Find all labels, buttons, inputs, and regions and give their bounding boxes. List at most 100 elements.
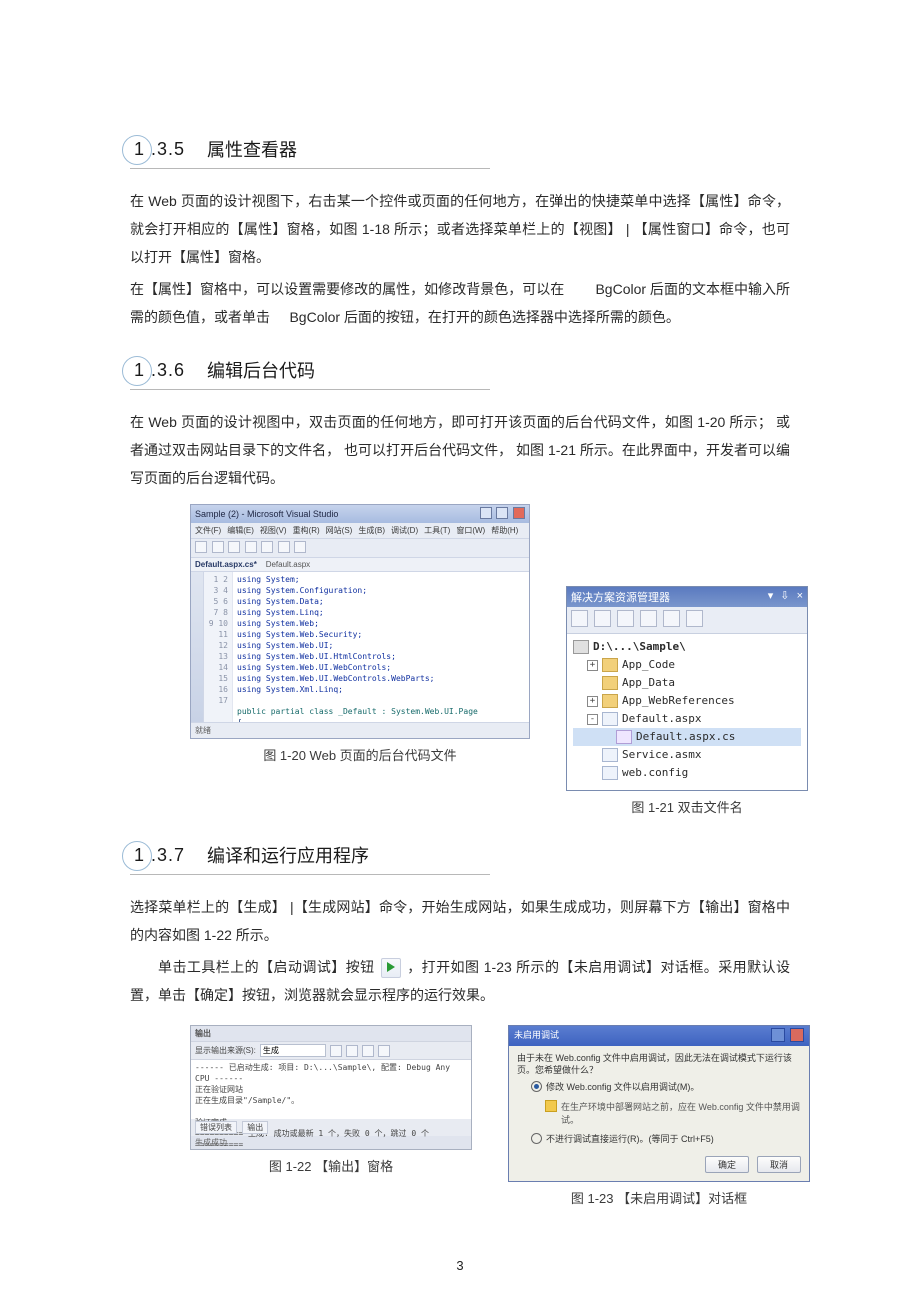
vs-code: using System;using System.Configuration;… [233, 572, 529, 722]
output-pane: 输出 显示输出来源(S): ------ 已启动生成: 项目: D:\...\S… [190, 1025, 472, 1150]
pin-icon[interactable]: ⇩ [780, 590, 789, 602]
figure-1-23: 未启用调试 由于未在 Web.config 文件中启用调试，因此无法在调试模式下… [508, 1025, 810, 1207]
tree-node[interactable]: Default.aspx.cs [573, 728, 801, 746]
tree-node[interactable]: Service.asmx [573, 746, 801, 764]
tree-node-label: App_Code [622, 656, 675, 674]
tree-root[interactable]: D:\...\Sample\ [573, 638, 801, 656]
toolbar-icon[interactable] [294, 541, 306, 553]
menu-item[interactable]: 生成(B) [358, 526, 385, 535]
minimize-icon[interactable] [480, 507, 492, 519]
toolbar-icon[interactable] [245, 541, 257, 553]
file-icon [602, 748, 618, 762]
toolbar-icon[interactable] [617, 610, 634, 627]
figure-1-20: Sample (2) - Microsoft Visual Studio 文件(… [190, 504, 530, 764]
section-number-wrap: 1 .3.6 [130, 360, 185, 381]
vs-sidestrip [191, 572, 204, 722]
close-icon[interactable] [513, 507, 525, 519]
folder-icon [602, 676, 618, 690]
dialog-warning: 在生产环境中部署网站之前，应在 Web.config 文件中禁用调试。 [509, 1100, 809, 1132]
text: 单击工具栏上的【启动调试】按钮 [158, 959, 375, 975]
toolbar-icon[interactable] [362, 1045, 374, 1057]
dropdown-icon[interactable]: ▾ [768, 590, 774, 602]
radio-icon[interactable] [531, 1081, 542, 1092]
figure-caption: 图 1-23 【未启用调试】对话框 [571, 1188, 747, 1207]
figure-row-1: Sample (2) - Microsoft Visual Studio 文件(… [190, 504, 790, 816]
menu-item[interactable]: 窗口(W) [456, 526, 485, 535]
tree-node[interactable]: web.config [573, 764, 801, 782]
menu-item[interactable]: 视图(V) [260, 526, 287, 535]
figure-caption: 图 1-20 Web 页面的后台代码文件 [263, 745, 456, 764]
menu-item[interactable]: 工具(T) [424, 526, 450, 535]
toolbar-icon[interactable] [571, 610, 588, 627]
section-number-wrap: 1 .3.7 [130, 845, 185, 866]
section-heading-1-3-5: 1 .3.5 属性查看器 [130, 136, 490, 169]
tree-node[interactable]: +App_WebReferences [573, 692, 801, 710]
toolbar-icon[interactable] [228, 541, 240, 553]
expand-icon[interactable]: + [587, 660, 598, 671]
text: BgColor 后面的按钮，在打开的颜色选择器中选择所需的颜色。 [289, 309, 679, 325]
toolbar-icon[interactable] [195, 541, 207, 553]
close-icon[interactable] [790, 1028, 804, 1042]
menu-item[interactable]: 网站(S) [326, 526, 353, 535]
folder-icon [602, 694, 618, 708]
dialog-options: 不进行调试直接运行(R)。(等同于 Ctrl+F5) [509, 1132, 809, 1152]
close-icon[interactable]: × [797, 590, 803, 602]
tree-node[interactable]: + App_Code [573, 656, 801, 674]
toolbar-icon[interactable] [278, 541, 290, 553]
figure-row-2: 输出 显示输出来源(S): ------ 已启动生成: 项目: D:\...\S… [190, 1025, 790, 1207]
section-number-circle-icon [122, 356, 152, 386]
vs-window: Sample (2) - Microsoft Visual Studio 文件(… [190, 504, 530, 739]
section-title: 属性查看器 [207, 136, 297, 162]
ok-button[interactable]: 确定 [705, 1156, 749, 1173]
tree-node[interactable]: App_Data [573, 674, 801, 692]
toolbar-icon[interactable] [640, 610, 657, 627]
tab-output[interactable]: 输出 [242, 1121, 268, 1134]
section-number-wrap: 1 .3.5 [130, 139, 185, 160]
option-label: 不进行调试直接运行(R)。(等同于 Ctrl+F5) [546, 1132, 714, 1145]
cancel-button[interactable]: 取消 [757, 1156, 801, 1173]
figure-caption: 图 1-22 【输出】窗格 [269, 1156, 393, 1175]
section-heading-1-3-7: 1 .3.7 编译和运行应用程序 [130, 842, 490, 875]
expand-icon[interactable]: - [587, 714, 598, 725]
toolbar-icon[interactable] [594, 610, 611, 627]
toolbar-icon[interactable] [261, 541, 273, 553]
project-icon [573, 640, 589, 654]
document-page: 1 .3.5 属性查看器 在 Web 页面的设计视图下，右击某一个控件或页面的任… [0, 0, 920, 1303]
toolbar-icon[interactable] [346, 1045, 358, 1057]
help-icon[interactable] [771, 1028, 785, 1042]
dialog-message: 由于未在 Web.config 文件中启用调试，因此无法在调试模式下运行该页。您… [509, 1046, 809, 1080]
radio-icon[interactable] [531, 1133, 542, 1144]
folder-icon [602, 658, 618, 672]
menu-item[interactable]: 帮助(H) [491, 526, 518, 535]
toolbar-icon[interactable] [686, 610, 703, 627]
menu-item[interactable]: 编辑(E) [227, 526, 254, 535]
expand-icon[interactable]: + [587, 696, 598, 707]
section-number-circle-icon [122, 841, 152, 871]
section-title: 编辑后台代码 [207, 357, 315, 383]
tree-node[interactable]: - Default.aspx [573, 710, 801, 728]
toolbar-icon[interactable] [330, 1045, 342, 1057]
vs-editor: 1 2 3 4 5 6 7 8 9 10 11 12 13 14 15 16 1… [191, 571, 529, 723]
active-tab[interactable]: Default.aspx.cs* [195, 560, 257, 569]
tree-node-label: Default.aspx [622, 710, 701, 728]
output-source-select[interactable] [260, 1044, 326, 1057]
menu-item[interactable]: 调试(D) [391, 526, 418, 535]
tab-error-list[interactable]: 错误列表 [195, 1121, 237, 1134]
menu-item[interactable]: 重构(R) [293, 526, 320, 535]
cs-icon [616, 730, 632, 744]
toolbar-icon[interactable] [212, 541, 224, 553]
start-debug-icon[interactable] [381, 958, 401, 978]
solution-toolbar [567, 607, 807, 634]
maximize-icon[interactable] [496, 507, 508, 519]
menu-item[interactable]: 文件(F) [195, 526, 221, 535]
solution-tree: D:\...\Sample\ + App_CodeApp_Data+App_Web… [567, 634, 807, 790]
tree-node-label: Service.asmx [622, 746, 701, 764]
toolbar-icon[interactable] [663, 610, 680, 627]
debug-disabled-dialog: 未启用调试 由于未在 Web.config 文件中启用调试，因此无法在调试模式下… [508, 1025, 810, 1182]
dialog-option-run-without-debug[interactable]: 不进行调试直接运行(R)。(等同于 Ctrl+F5) [531, 1132, 801, 1145]
dialog-title: 未启用调试 [514, 1028, 559, 1044]
toolbar-icon[interactable] [378, 1045, 390, 1057]
inactive-tab[interactable]: Default.aspx [266, 560, 310, 569]
dialog-option-modify[interactable]: 修改 Web.config 文件以启用调试(M)。 [531, 1080, 801, 1093]
option-label: 修改 Web.config 文件以启用调试(M)。 [546, 1080, 699, 1093]
